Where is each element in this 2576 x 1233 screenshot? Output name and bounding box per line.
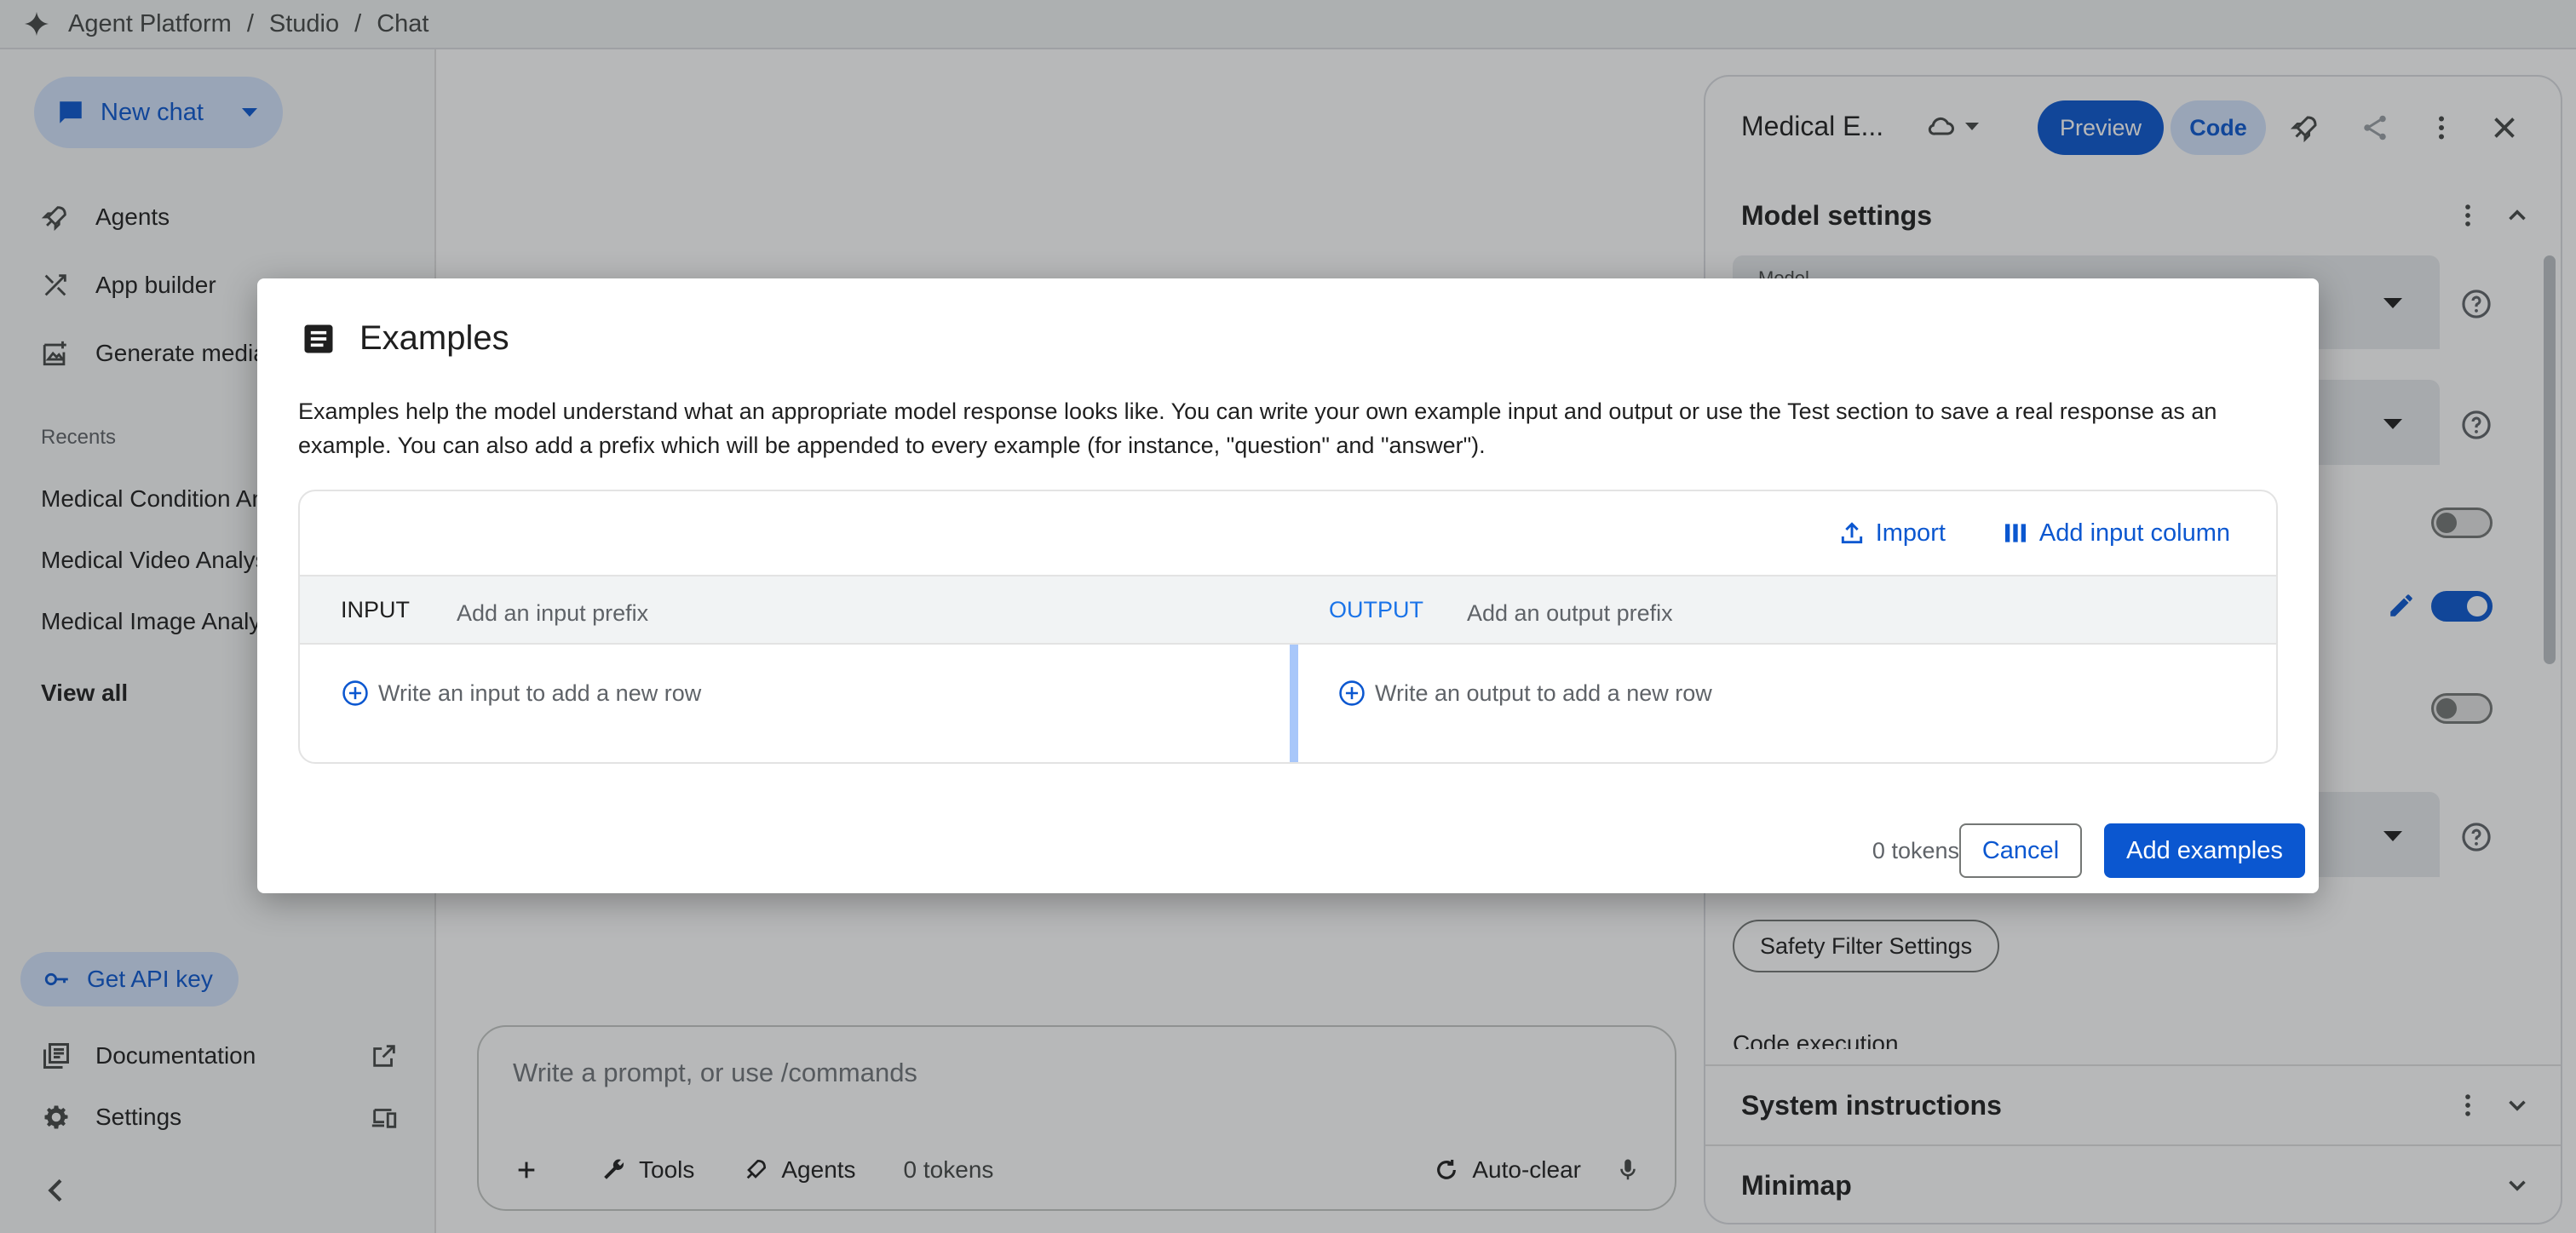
upload-icon: [1841, 522, 1862, 544]
dialog-title: Examples: [300, 319, 509, 358]
add-circle-icon: [1339, 680, 1365, 706]
token-count: 0 tokens: [1872, 837, 1959, 863]
add-examples-button[interactable]: Add examples: [2104, 823, 2305, 878]
table-row: Write an input to add a new row Write an…: [300, 645, 2276, 762]
input-row-placeholder: Write an input to add a new row: [378, 680, 702, 706]
table-header: INPUT Add an input prefix OUTPUT Add an …: [300, 575, 2276, 645]
dialog-title-text: Examples: [359, 319, 509, 357]
add-input-column-button[interactable]: Add input column: [2002, 519, 2230, 548]
output-row-field[interactable]: Write an output to add a new row: [1337, 679, 1712, 708]
view-column-icon: [2004, 524, 2026, 542]
dialog-description: Examples help the model understand what …: [298, 399, 2217, 458]
examples-dialog: Examples Examples help the model underst…: [257, 278, 2319, 893]
output-column-label: OUTPUT: [1329, 597, 1423, 622]
import-button[interactable]: Import: [1838, 519, 1946, 548]
dialog-footer: 0 tokens Cancel Add examples: [1872, 823, 2305, 878]
import-label: Import: [1875, 519, 1946, 547]
input-column-label: INPUT: [341, 597, 410, 622]
input-prefix-field[interactable]: Add an input prefix: [457, 600, 648, 627]
table-actions: Import Add input column: [1782, 491, 2230, 575]
article-icon: [304, 324, 333, 353]
add-input-column-label: Add input column: [2038, 519, 2230, 547]
input-row-field[interactable]: Write an input to add a new row: [341, 679, 701, 708]
add-circle-icon: [342, 680, 368, 706]
examples-table: Import Add input column INPUT Add an inp…: [298, 490, 2278, 764]
cancel-button[interactable]: Cancel: [1959, 823, 2082, 878]
output-prefix-field[interactable]: Add an output prefix: [1467, 600, 1673, 627]
output-row-placeholder: Write an output to add a new row: [1375, 680, 1712, 706]
column-divider[interactable]: [1290, 645, 1298, 762]
